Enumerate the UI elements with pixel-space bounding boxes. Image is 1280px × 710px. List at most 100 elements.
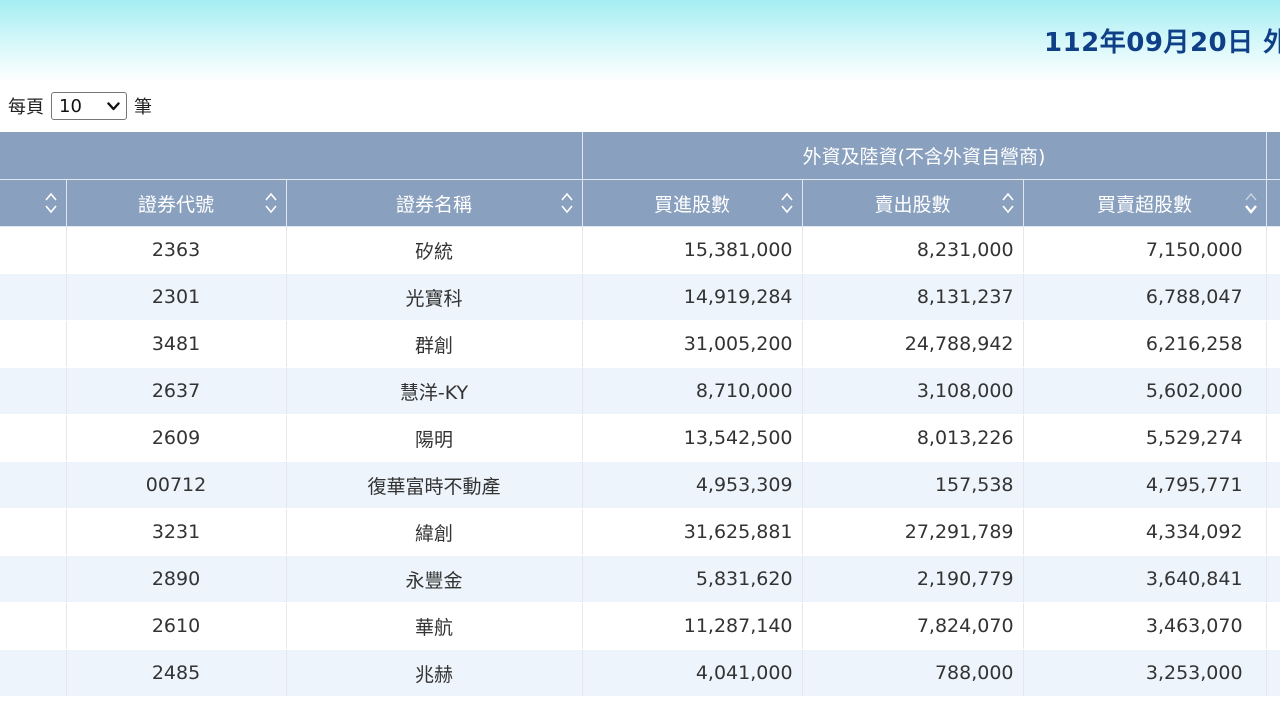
top-banner: 112年09月20日 外 [0,0,1280,82]
table-row[interactable]: 2485 兆赫 4,041,000 788,000 3,253,000 [0,649,1280,697]
table-row[interactable]: 00712 復華富時不動產 4,953,309 157,538 4,795,771 [0,461,1280,509]
table-row[interactable]: 2363 矽統 15,381,000 8,231,000 7,150,000 [0,226,1280,274]
page-size-prefix: 每頁 [8,97,44,118]
table-row[interactable]: 3231 緯創 31,625,881 27,291,789 4,334,092 [0,508,1280,556]
row-blank-cell [0,273,67,321]
sell-shares-cell: 27,291,789 [802,508,1024,556]
security-code-cell: 2363 [66,226,287,274]
row-overflow-cell [1266,367,1280,415]
net-shares-cell: 7,150,000 [1023,226,1267,274]
table-row[interactable]: 2637 慧洋-KY 8,710,000 3,108,000 5,602,000 [0,367,1280,415]
chevron-down-icon [107,101,120,110]
sell-shares-cell: 24,788,942 [802,320,1024,368]
net-shares-cell: 4,334,092 [1023,508,1267,556]
row-blank-cell [0,226,67,274]
security-name-cell: 永豐金 [286,555,583,603]
table-row[interactable]: 3481 群創 31,005,200 24,788,942 6,216,258 [0,320,1280,368]
row-overflow-cell [1266,555,1280,603]
col-header-net[interactable]: 買賣超股數 [1023,179,1267,227]
page-size-select[interactable]: 10 [51,92,127,120]
group-header-overflow [1266,132,1280,180]
column-header-label: 賣出股數 [874,193,951,216]
sell-shares-cell: 2,190,779 [802,555,1024,603]
col-header-buy[interactable]: 買進股數 [582,179,803,227]
security-code-cell: 3481 [66,320,287,368]
col-header-overflow [1266,179,1280,227]
security-name-cell: 陽明 [286,414,583,462]
sell-shares-cell: 8,013,226 [802,414,1024,462]
security-code-cell: 00712 [66,461,287,509]
row-blank-cell [0,367,67,415]
sell-shares-cell: 8,131,237 [802,273,1024,321]
foreign-investor-table: 外資及陸資(不含外資自營商) 證券代號 證券名稱 買進股數 賣出股數 買賣超股數 236… [0,132,1280,697]
row-overflow-cell [1266,273,1280,321]
security-name-cell: 群創 [286,320,583,368]
col-header-code[interactable]: 證券代號 [66,179,287,227]
sell-shares-cell: 788,000 [802,649,1024,697]
security-code-cell: 2637 [66,367,287,415]
sort-icon[interactable] [780,190,794,216]
table-row[interactable]: 2301 光寶科 14,919,284 8,131,237 6,788,047 [0,273,1280,321]
column-header-row: 證券代號 證券名稱 買進股數 賣出股數 買賣超股數 [0,179,1280,227]
row-overflow-cell [1266,602,1280,650]
sort-icon[interactable] [560,190,574,216]
group-header-row: 外資及陸資(不含外資自營商) [0,132,1280,180]
row-overflow-cell [1266,461,1280,509]
row-blank-cell [0,649,67,697]
buy-shares-cell: 8,710,000 [582,367,803,415]
data-table-container: 外資及陸資(不含外資自營商) 證券代號 證券名稱 買進股數 賣出股數 買賣超股數 236… [0,132,1280,697]
buy-shares-cell: 4,041,000 [582,649,803,697]
security-code-cell: 3231 [66,508,287,556]
net-shares-cell: 6,788,047 [1023,273,1267,321]
buy-shares-cell: 4,953,309 [582,461,803,509]
column-header-label: 證券名稱 [396,193,473,216]
group-header-foreign: 外資及陸資(不含外資自營商) [582,132,1267,180]
net-shares-cell: 5,602,000 [1023,367,1267,415]
security-name-cell: 矽統 [286,226,583,274]
table-body: 2363 矽統 15,381,000 8,231,000 7,150,000 2301 光寶… [0,226,1280,697]
row-overflow-cell [1266,414,1280,462]
security-name-cell: 慧洋-KY [286,367,583,415]
security-code-cell: 2890 [66,555,287,603]
row-blank-cell [0,320,67,368]
net-shares-cell: 4,795,771 [1023,461,1267,509]
buy-shares-cell: 11,287,140 [582,602,803,650]
buy-shares-cell: 15,381,000 [582,226,803,274]
sell-shares-cell: 157,538 [802,461,1024,509]
row-blank-cell [0,602,67,650]
net-shares-cell: 3,640,841 [1023,555,1267,603]
sort-icon[interactable] [264,190,278,216]
sell-shares-cell: 3,108,000 [802,367,1024,415]
sort-icon[interactable] [1244,190,1258,216]
row-overflow-cell [1266,320,1280,368]
security-code-cell: 2301 [66,273,287,321]
row-overflow-cell [1266,508,1280,556]
page-size-suffix: 筆 [134,97,152,118]
security-name-cell: 緯創 [286,508,583,556]
group-header-blank [0,132,583,180]
row-blank-cell [0,414,67,462]
row-blank-cell [0,508,67,556]
net-shares-cell: 3,253,000 [1023,649,1267,697]
net-shares-cell: 6,216,258 [1023,320,1267,368]
col-header-sell[interactable]: 賣出股數 [802,179,1024,227]
row-blank-cell [0,555,67,603]
buy-shares-cell: 14,919,284 [582,273,803,321]
security-code-cell: 2610 [66,602,287,650]
sell-shares-cell: 7,824,070 [802,602,1024,650]
row-overflow-cell [1266,226,1280,274]
col-header-blank[interactable] [0,179,67,227]
buy-shares-cell: 31,005,200 [582,320,803,368]
security-name-cell: 復華富時不動產 [286,461,583,509]
col-header-name[interactable]: 證券名稱 [286,179,583,227]
page-size-control: 每頁 10 筆 [8,92,152,120]
table-row[interactable]: 2609 陽明 13,542,500 8,013,226 5,529,274 [0,414,1280,462]
sell-shares-cell: 8,231,000 [802,226,1024,274]
security-code-cell: 2485 [66,649,287,697]
page-size-value: 10 [59,95,82,117]
table-row[interactable]: 2890 永豐金 5,831,620 2,190,779 3,640,841 [0,555,1280,603]
buy-shares-cell: 13,542,500 [582,414,803,462]
table-row[interactable]: 2610 華航 11,287,140 7,824,070 3,463,070 [0,602,1280,650]
sort-icon[interactable] [44,190,58,216]
sort-icon[interactable] [1001,190,1015,216]
